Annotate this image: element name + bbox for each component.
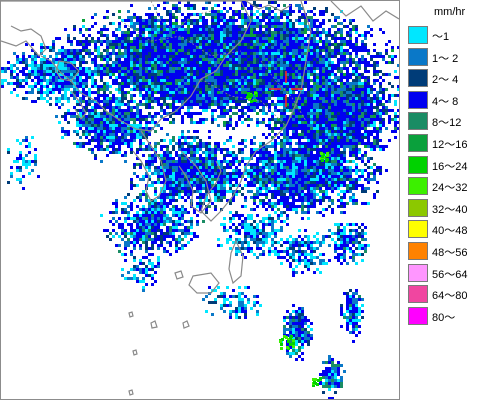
legend-label: 16～24 [432,160,468,173]
legend-label: 2～ 4 [432,74,459,87]
legend-unit-label: mm/hr [434,6,466,18]
legend-label: 48～56 [432,247,468,259]
legend-item: 2～ 4 [408,69,478,88]
legend-label: 1～ 2 [432,52,459,65]
legend-item: 8～12 [408,112,478,131]
legend-swatch [408,47,428,66]
nagasaki-coast [1,25,47,57]
legend-swatch [408,306,428,325]
radar-map [0,0,400,400]
tokara-island-5 [128,389,134,396]
legend-label: 8～12 [432,117,462,130]
legend-swatch [408,26,428,44]
legend-item: 4～ 8 [408,90,478,109]
tokara-island-1 [150,320,158,329]
legend-label: 12～16 [432,139,468,151]
radar-map-canvas [1,1,399,399]
kuchinoerabu-island [174,270,184,280]
legend-swatch [408,112,428,131]
coast-detail-east [330,1,399,22]
tokara-island-4 [132,349,138,356]
legend-swatch [408,285,428,304]
tokara-island-3 [128,311,134,318]
legend-swatch [408,198,428,217]
legend-label: 80～ [432,311,456,324]
legend-label: 32～40 [432,203,468,216]
legend-item: 12～16 [408,134,478,152]
legend-item: 32～40 [408,198,478,217]
legend-label: ～1 [432,31,450,43]
legend-swatch [408,220,428,239]
legend-swatch [408,155,428,174]
legend-label: 40～48 [432,225,468,238]
legend-swatch [408,242,428,260]
legend-item: 1～ 2 [408,47,478,66]
legend-swatch [408,177,428,196]
legend-item: 48～56 [408,242,478,260]
legend-swatch [408,69,428,88]
legend-item: 80～ [408,306,478,325]
legend: mm/hr ～1 1～ 2 2～ 4 4～ 8 8～12 12～16 16～24 24～32 3… [404,0,484,402]
legend-item: 24～32 [408,177,478,196]
legend-item: 56～64 [408,263,478,282]
legend-label: 64～80 [432,290,468,303]
legend-item: 40～48 [408,220,478,239]
legend-label: 4～ 8 [432,95,459,108]
legend-swatch [408,90,428,109]
legend-label: 56～64 [432,268,468,281]
legend-item: 16～24 [408,155,478,174]
tokara-island-2 [182,320,190,329]
legend-item: 64～80 [408,285,478,304]
legend-swatch [408,263,428,282]
legend-item: ～1 [408,26,478,44]
legend-swatch [408,134,428,152]
legend-label: 24～32 [432,182,468,195]
